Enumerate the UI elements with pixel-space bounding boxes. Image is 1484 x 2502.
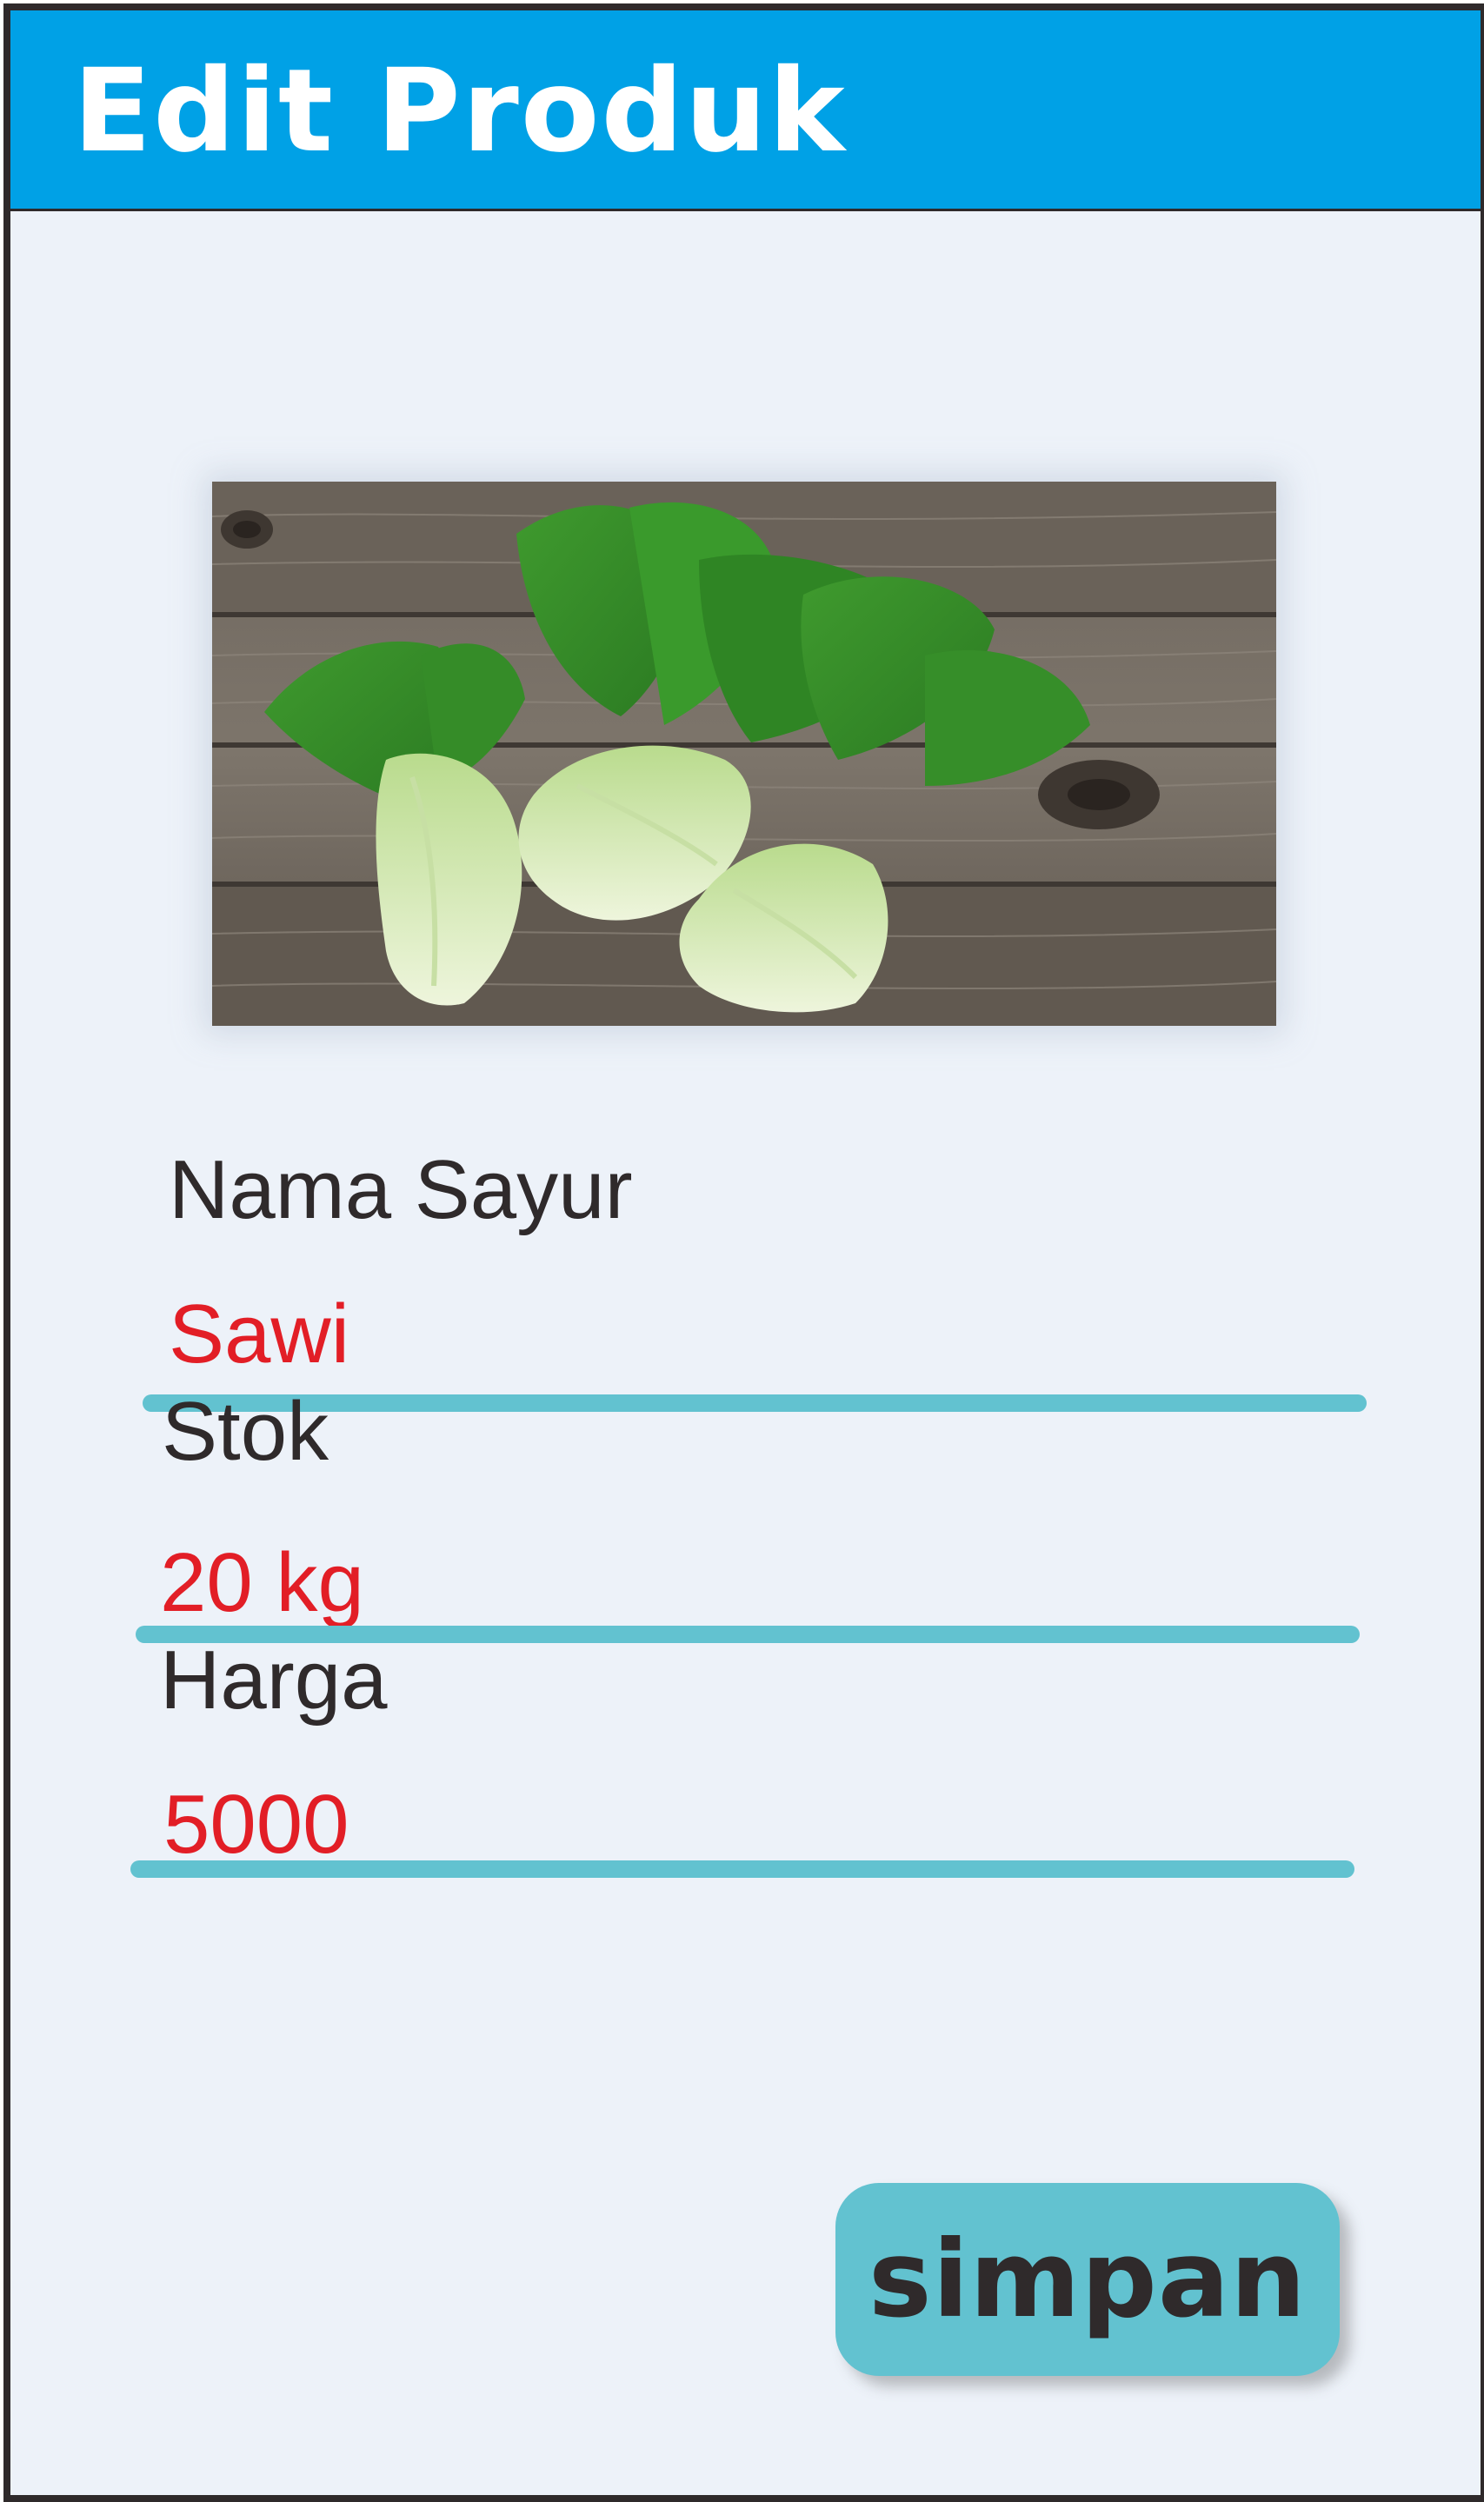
vegetable-name-input[interactable]: Sawi (169, 1287, 349, 1382)
field-label-price: Harga (160, 1634, 388, 1727)
field-label-stock: Stok (162, 1385, 329, 1478)
price-input[interactable]: 5000 (163, 1777, 349, 1873)
save-button[interactable]: simpan (835, 2183, 1340, 2376)
stock-input[interactable]: 20 kg (160, 1535, 364, 1631)
app-header: Edit Produk (10, 10, 1481, 211)
save-button-label: simpan (868, 2218, 1308, 2341)
product-image[interactable] (212, 482, 1276, 1026)
field-label-vegetable-name: Nama Sayur (169, 1143, 633, 1236)
app-screen: Edit Produk Nama Sayur Sawi Stok 20 kg H… (3, 3, 1484, 2502)
price-underline (130, 1860, 1354, 1878)
page-title: Edit Produk (73, 44, 847, 178)
